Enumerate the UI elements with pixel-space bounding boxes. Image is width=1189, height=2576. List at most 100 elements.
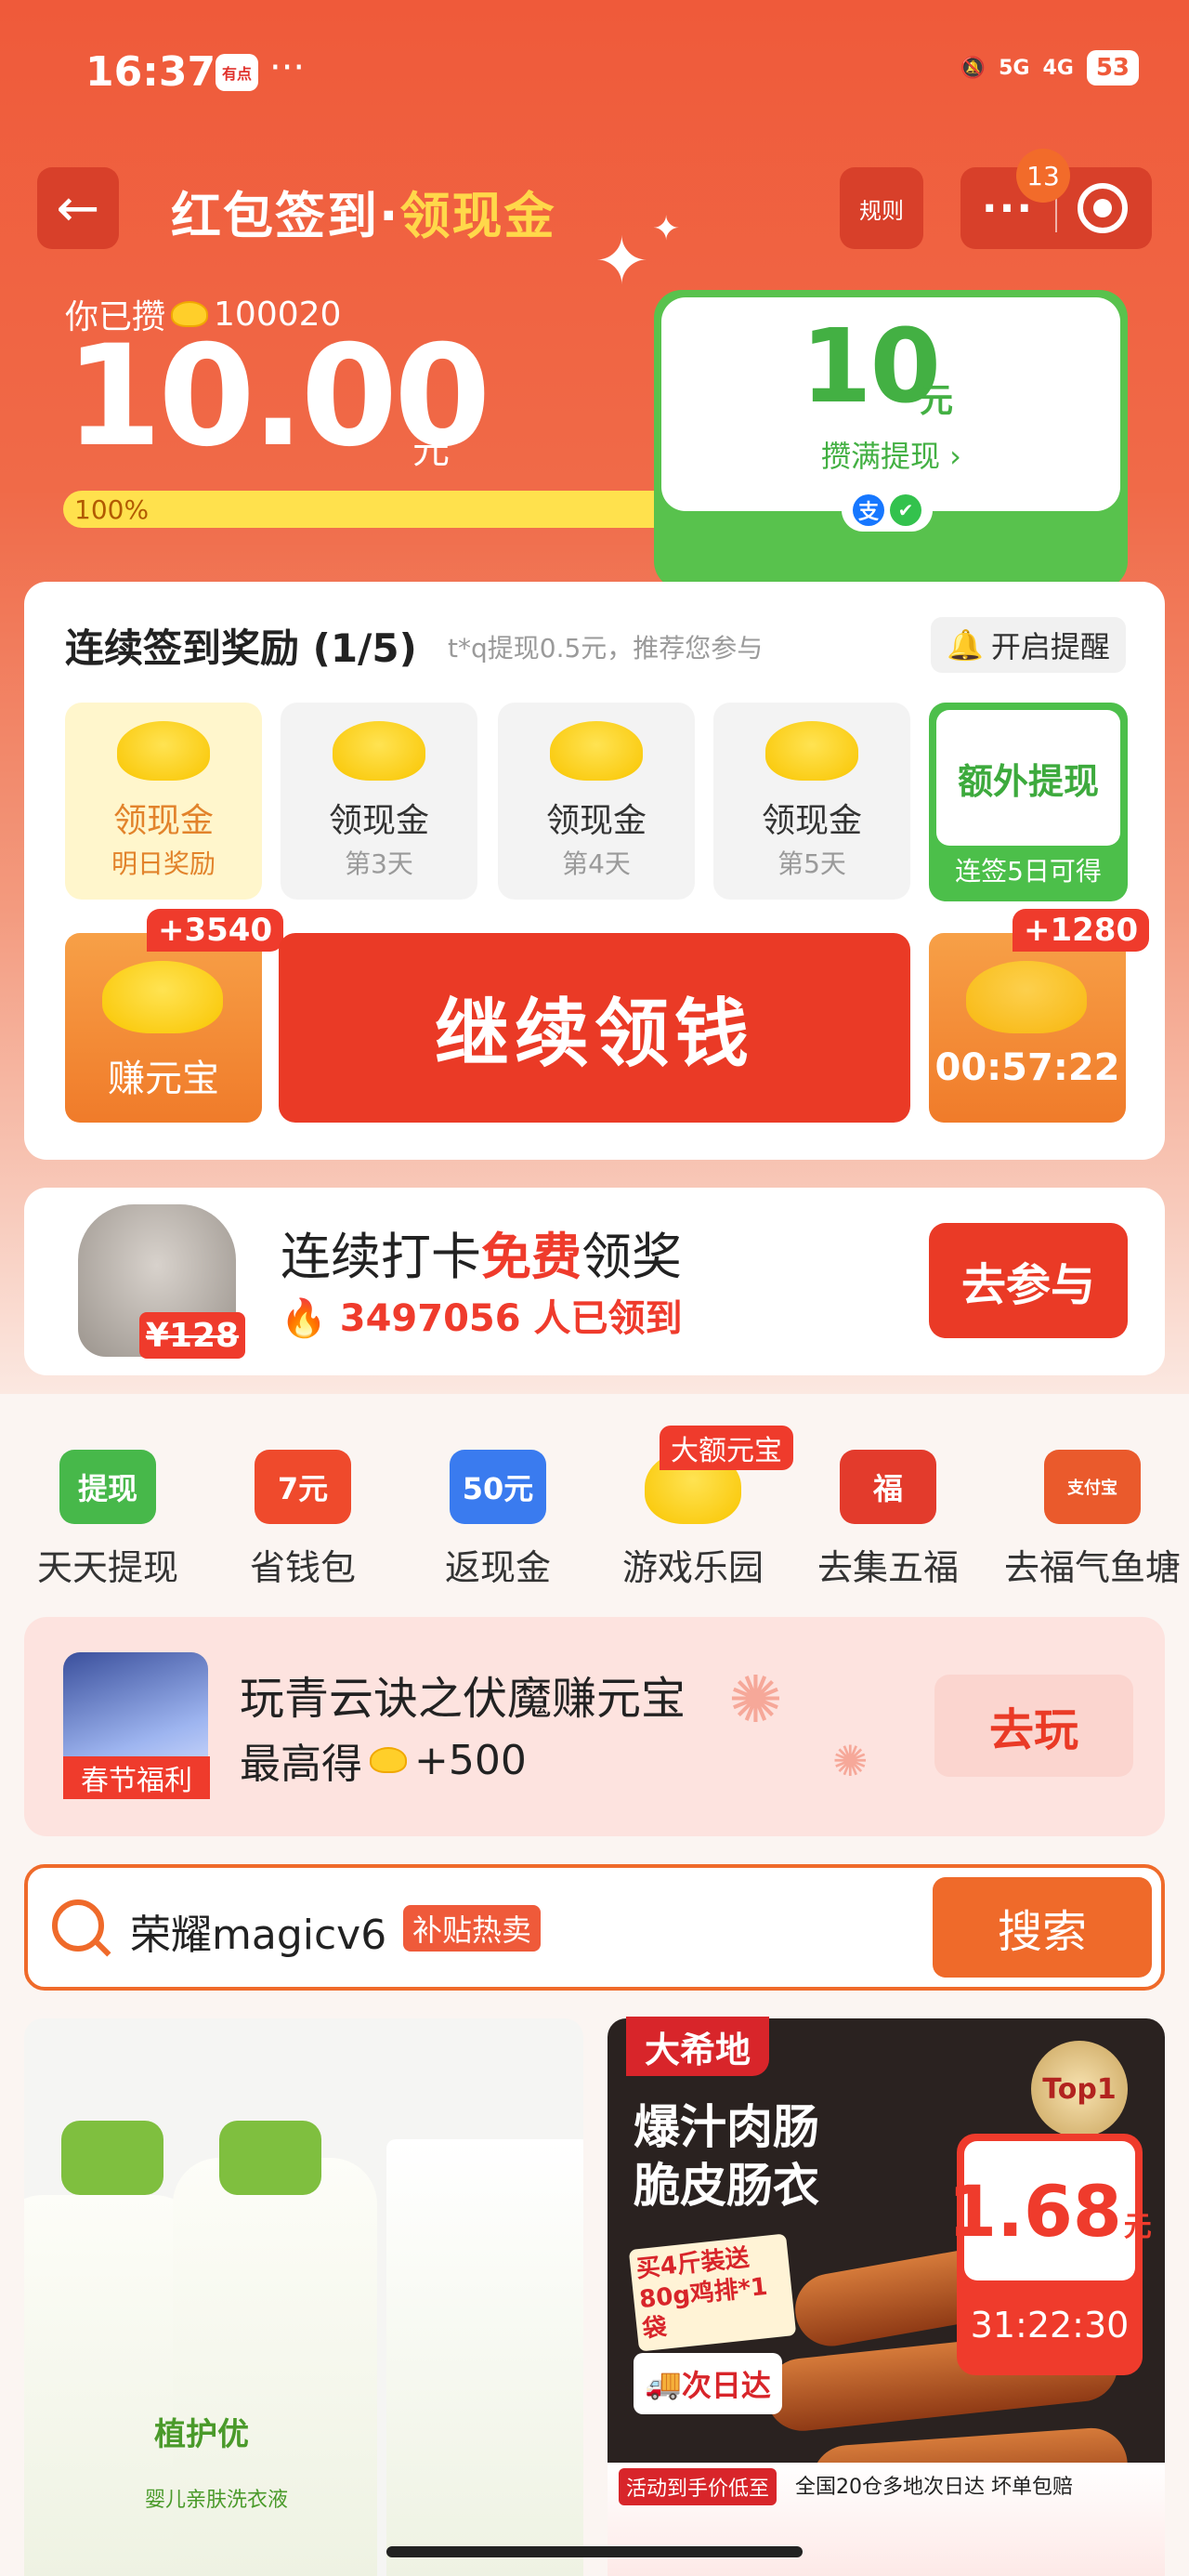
product-headline: 爆汁肉肠 脆皮肠衣 xyxy=(634,2098,819,2215)
flash-price-box[interactable]: 1.68 元 31:22:30 xyxy=(947,2134,1152,2375)
continue-earning-button[interactable]: 继续领钱 xyxy=(279,933,910,1123)
day-sub: 第3天 xyxy=(345,848,413,879)
page-title: 红包签到·领现金 xyxy=(171,175,556,248)
warehouse-note: 全国20仓多地次日达 坏单包赔 xyxy=(795,2476,1073,2499)
earn-ingot-label: 赚元宝 xyxy=(108,1058,219,1100)
signal-4g-icon: 4G xyxy=(1042,56,1074,80)
grid-daily-withdraw[interactable]: 提现 天天提现 xyxy=(24,1450,191,1590)
progress-fill xyxy=(63,491,676,528)
headline-line1: 爆汁肉肠 xyxy=(634,2100,819,2154)
sparkle-small-icon: ✦ xyxy=(652,210,681,248)
grid-cashback[interactable]: 50元 返现金 xyxy=(414,1450,581,1590)
gift-promo: 买4斤装送 80g鸡排*1袋 xyxy=(628,2233,797,2352)
promo-title: 连续打卡免费领奖 xyxy=(281,1216,682,1289)
earn-bonus-badge: +3540 xyxy=(147,909,284,952)
grid-label: 游戏乐园 xyxy=(621,1547,764,1588)
bottle-cap xyxy=(61,2121,163,2195)
withdraw-link[interactable]: 攒满提现 › xyxy=(821,433,961,476)
promo-title-free: 免费 xyxy=(481,1228,581,1286)
close-target-icon[interactable] xyxy=(1078,183,1128,233)
product-name: 婴儿亲肤洗衣液 xyxy=(145,2489,289,2512)
price-display: 1.68 元 xyxy=(947,2141,1152,2280)
search-input[interactable]: 荣耀magicv6 xyxy=(130,1901,386,1961)
game-tag: 春节福利 xyxy=(63,1756,210,1799)
withdraw-unit: 元 xyxy=(920,382,954,420)
back-button[interactable]: ← xyxy=(37,167,119,249)
reward-amount: +500 xyxy=(414,1736,527,1784)
product-card-detergent[interactable]: 植护优 婴儿亲肤洗衣液 xyxy=(24,2018,583,2576)
alipay-red-packet-icon: 支付宝 xyxy=(1044,1450,1141,1524)
game-title: 玩青云诀之伏魔赚元宝 xyxy=(240,1673,686,1725)
search-icon xyxy=(52,1899,104,1952)
battery-icon: 53 xyxy=(1086,50,1139,85)
day-tile-5[interactable]: 领现金 第5天 xyxy=(713,703,910,900)
price-unit: 元 xyxy=(1123,2211,1152,2243)
remind-button[interactable]: 🔔 开启提醒 xyxy=(931,617,1126,673)
day-label: 领现金 xyxy=(545,802,647,840)
extra-withdraw-tile[interactable]: 额外提现 连签5日可得 xyxy=(929,703,1128,901)
wechat-pay-icon: ✔ xyxy=(890,494,921,526)
search-button[interactable]: 搜索 xyxy=(933,1877,1152,1978)
withdraw-amount: 10 xyxy=(801,307,941,426)
grid-label: 省钱包 xyxy=(249,1547,356,1588)
progress-label: 100% xyxy=(74,494,150,525)
arrow-left-icon: ← xyxy=(56,177,100,239)
fire-icon: 🔥 xyxy=(281,1297,327,1340)
grid-game-park[interactable]: 游戏乐园 xyxy=(609,1450,777,1590)
day-label: 领现金 xyxy=(112,802,214,840)
fu-icon: 福 xyxy=(840,1450,936,1524)
detergent-pouch-image xyxy=(386,2139,583,2576)
next-day-delivery: 🚚 次日达 xyxy=(634,2353,782,2414)
day-sub: 明日奖励 xyxy=(111,848,216,879)
join-button[interactable]: 去参与 xyxy=(929,1223,1128,1338)
day-tile-4[interactable]: 领现金 第4天 xyxy=(498,703,695,900)
day-tile-3[interactable]: 领现金 第3天 xyxy=(281,703,477,900)
play-button[interactable]: 去玩 xyxy=(934,1675,1133,1777)
promo-count-text: 3497056 人已领到 xyxy=(339,1297,683,1340)
status-indicators: 🔕 5G 4G 53 xyxy=(960,50,1139,85)
app-notification-icon: 有点 xyxy=(216,54,258,91)
home-indicator[interactable] xyxy=(386,2546,803,2557)
original-price: ¥128 xyxy=(139,1312,245,1359)
rules-button[interactable]: 规则 xyxy=(840,167,923,249)
payment-methods: 支 ✔ xyxy=(842,489,933,532)
savings-pack-icon: 7元 xyxy=(255,1450,351,1524)
delivery-label: 次日达 xyxy=(681,2368,771,2403)
sign-in-title: 连续签到奖励 (1/5) xyxy=(65,625,417,671)
day-sub: 第5天 xyxy=(777,848,846,879)
alipay-icon: 支 xyxy=(853,494,884,526)
bottle-cap xyxy=(219,2121,321,2195)
reward-prefix: 最高得 xyxy=(240,1741,362,1788)
grid-collect-fu[interactable]: 福 去集五福 xyxy=(804,1450,972,1590)
grid-label: 天天提现 xyxy=(36,1547,178,1588)
status-time: 16:37 xyxy=(85,48,216,96)
grid-savings-pack[interactable]: 7元 省钱包 xyxy=(219,1450,386,1590)
ingot-icon xyxy=(765,721,858,781)
sign-in-subtitle: t*q提现0.5元，推荐您参与 xyxy=(448,633,764,664)
withdraw-icon: 提现 xyxy=(59,1450,156,1524)
headline-line2: 脆皮肠衣 xyxy=(634,2158,819,2213)
brand-tag: 大希地 xyxy=(626,2017,770,2076)
earn-ingot-tile[interactable]: 赚元宝 xyxy=(65,933,262,1123)
grid-label: 去福气鱼塘 xyxy=(1003,1547,1181,1588)
day-tile-tomorrow[interactable]: 领现金 明日奖励 xyxy=(65,703,262,900)
sparkle-icon: ✦ xyxy=(594,223,649,299)
mute-icon: 🔕 xyxy=(960,56,986,80)
title-accent: 领现金 xyxy=(399,187,556,245)
truck-icon: 🚚 xyxy=(645,2366,682,2401)
ingot-icon xyxy=(370,1747,407,1773)
lowest-price-note: 活动到手价低至 xyxy=(619,2468,777,2505)
progress-bar xyxy=(63,491,676,528)
game-reward: 最高得 +500 xyxy=(240,1730,527,1790)
day-sub: 第4天 xyxy=(562,848,631,879)
timed-reward-tile[interactable]: 00:57:22 xyxy=(929,933,1126,1123)
firework-icon: ✺ xyxy=(728,1662,783,1738)
extra-withdraw-label: 额外提现 xyxy=(936,710,1120,846)
grid-label: 去集五福 xyxy=(817,1547,959,1588)
notification-badge: 13 xyxy=(1016,149,1070,203)
firework-small-icon: ✺ xyxy=(832,1736,869,1786)
ingot-icon xyxy=(333,721,425,781)
signal-5g-icon: 5G xyxy=(999,56,1030,80)
grid-fish-pond[interactable]: 支付宝 去福气鱼塘 xyxy=(1000,1450,1185,1590)
promo-title-post: 领奖 xyxy=(581,1228,682,1286)
